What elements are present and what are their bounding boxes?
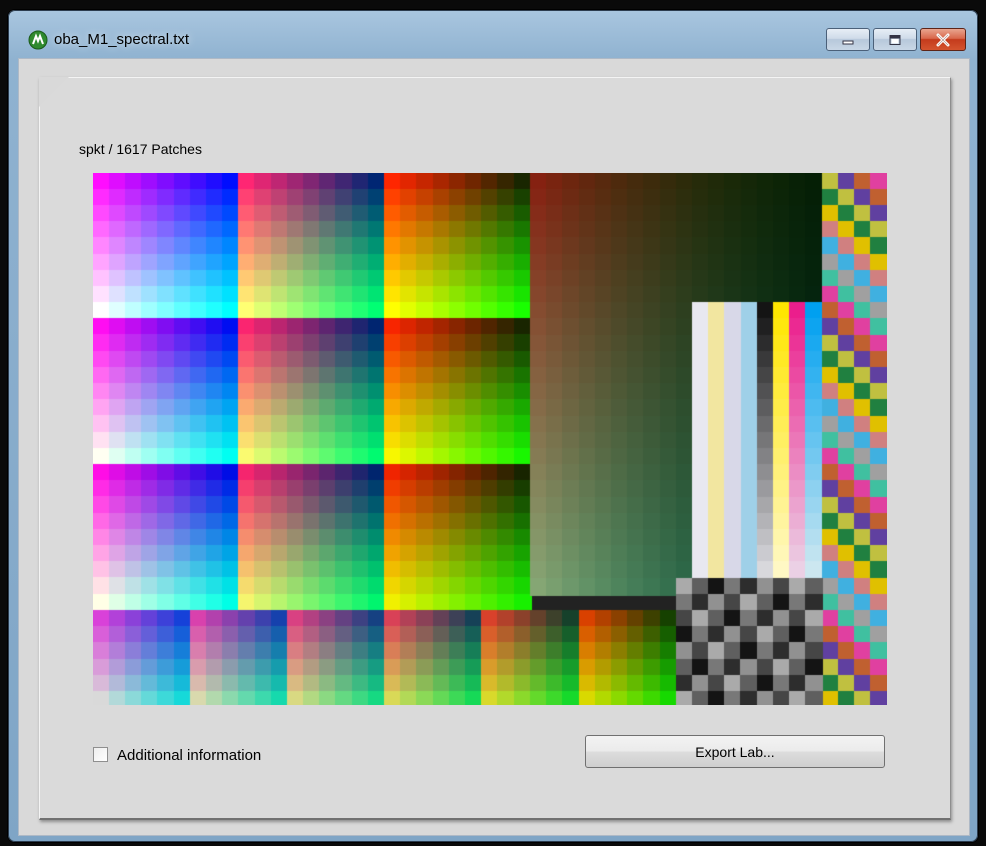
close-icon <box>936 33 950 46</box>
maximize-button[interactable] <box>873 28 917 51</box>
window-title: oba_M1_spectral.txt <box>54 31 190 48</box>
maximize-icon <box>889 34 901 45</box>
app-icon[interactable] <box>28 30 48 50</box>
patch-grid-canvas[interactable] <box>93 173 887 705</box>
client-area: spkt / 1617 Patches Additional informati… <box>18 58 970 836</box>
minimize-button[interactable] <box>826 28 870 51</box>
export-lab-button[interactable]: Export Lab... <box>585 735 885 768</box>
caption-buttons <box>823 28 966 51</box>
panel-corner <box>39 77 69 107</box>
minimize-icon <box>842 40 854 44</box>
patch-summary-label: spkt / 1617 Patches <box>79 141 202 157</box>
close-button[interactable] <box>920 28 966 51</box>
patch-grid[interactable] <box>93 173 887 705</box>
additional-info-label[interactable]: Additional information <box>117 747 261 764</box>
additional-info-checkbox[interactable] <box>93 747 108 762</box>
application-window: oba_M1_spectral.txt spkt / 1617 Patches … <box>8 10 978 842</box>
